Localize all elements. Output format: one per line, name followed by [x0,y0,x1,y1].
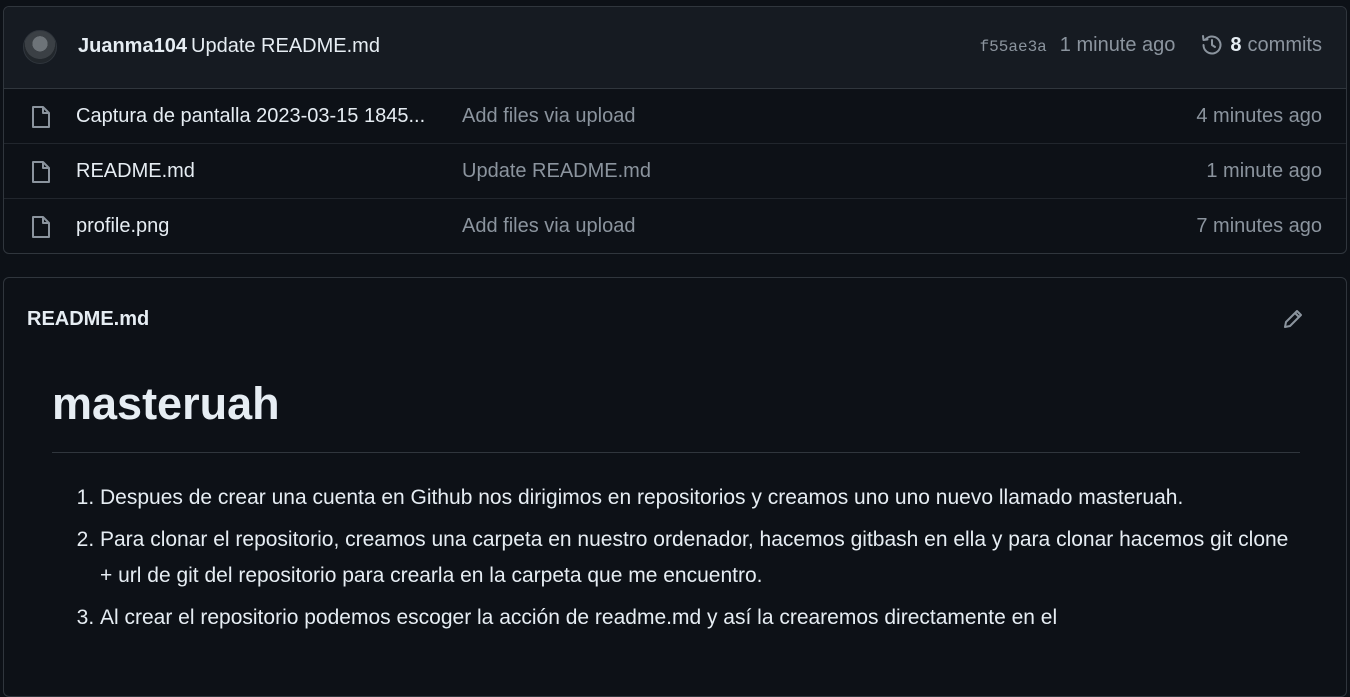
pencil-icon [1284,310,1302,328]
file-row[interactable]: profile.png Add files via upload 7 minut… [4,199,1346,253]
commit-meta: f55ae3a 1 minute ago 8 commits [980,33,1322,57]
edit-button[interactable] [1278,304,1308,334]
list-item: Despues de crear una cuenta en Github no… [100,480,1300,516]
file-name[interactable]: Captura de pantalla 2023-03-15 1845... [76,105,441,128]
readme-panel: README.md masteruah Despues de crear una… [3,277,1347,697]
commit-sha[interactable]: f55ae3a [980,38,1047,56]
commit-author[interactable]: Juanma104 [78,35,187,58]
file-age: 4 minutes ago [1196,105,1322,127]
file-name[interactable]: README.md [76,160,441,183]
list-item: Para clonar el repositorio, creamos una … [100,522,1300,594]
file-browser: Juanma104 Update README.md f55ae3a 1 min… [3,6,1347,254]
readme-header: README.md [4,278,1346,358]
commit-time[interactable]: 1 minute ago [1060,34,1176,57]
file-name[interactable]: profile.png [76,215,441,238]
file-icon [32,161,50,183]
file-row[interactable]: Captura de pantalla 2023-03-15 1845... A… [4,89,1346,144]
commit-message[interactable]: Update README.md [191,35,380,58]
readme-content: masteruah Despues de crear una cuenta en… [52,375,1300,642]
commits-label: commits [1247,33,1322,56]
commits-link[interactable]: 8 commits [1200,33,1322,57]
commits-count: 8 [1230,33,1242,56]
file-commit-message[interactable]: Add files via upload [462,105,635,128]
file-age: 7 minutes ago [1196,215,1322,237]
latest-commit-bar: Juanma104 Update README.md f55ae3a 1 min… [4,7,1346,89]
file-commit-message[interactable]: Update README.md [462,160,651,183]
list-item: Al crear el repositorio podemos escoger … [100,600,1300,636]
file-icon [32,106,50,128]
file-commit-message[interactable]: Add files via upload [462,215,635,238]
file-icon [32,216,50,238]
readme-steps-list: Despues de crear una cuenta en Github no… [52,480,1300,636]
file-age: 1 minute ago [1206,160,1322,182]
readme-title[interactable]: README.md [27,308,149,331]
readme-heading: masteruah [52,375,1300,453]
history-icon [1202,35,1222,55]
avatar[interactable] [23,30,57,64]
file-row[interactable]: README.md Update README.md 1 minute ago [4,144,1346,199]
